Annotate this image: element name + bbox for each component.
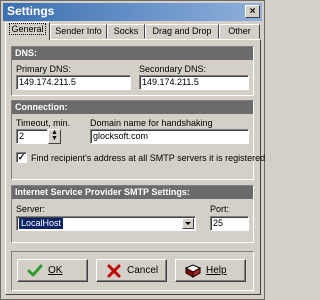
close-icon: × [249,6,256,17]
help-button[interactable]: Help [175,259,246,282]
button-bar: OK Cancel Help [11,251,254,291]
checkmark-icon [27,264,43,277]
find-recipient-label: Find recipient's address at all SMTP ser… [31,153,266,163]
domain-input[interactable]: glocksoft.com [90,129,249,144]
tab-other[interactable]: Other [219,24,260,39]
window-title: Settings [7,4,55,18]
server-selected-value: LocalHost [19,218,64,229]
ok-button[interactable]: OK [17,259,88,282]
port-label: Port: [210,204,230,214]
connection-section-header: Connection: [12,101,253,114]
tab-general[interactable]: General [5,22,50,40]
find-recipient-checkbox[interactable]: ✓ [16,152,27,163]
tab-drag-and-drop-label: Drag and Drop [152,26,212,36]
isp-smtp-section-header: Internet Service Provider SMTP Settings: [12,186,253,199]
x-icon [107,264,121,278]
port-input[interactable]: 25 [210,216,249,231]
timeout-label: Timeout, min. [16,118,71,128]
tab-sender-info-label: Sender Info [55,26,102,36]
tab-strip: General Sender Info Socks Drag and Drop … [5,22,261,40]
general-tab-panel: DNS: Primary DNS: 149.174.211.5 Secondar… [5,39,265,295]
chevron-down-icon[interactable] [182,218,194,229]
primary-dns-label: Primary DNS: [16,64,72,74]
secondary-dns-label: Secondary DNS: [139,64,207,74]
tab-socks-label: Socks [113,26,139,36]
isp-smtp-section: Internet Service Provider SMTP Settings:… [11,185,254,243]
primary-dns-input[interactable]: 149.174.211.5 [16,75,131,90]
cancel-button-label: Cancel [127,265,159,276]
domain-label: Domain name for handshaking [90,118,213,128]
connection-section: Connection: Timeout, min. 2 ▲ ▼ Domain n… [11,100,265,180]
tab-drag-and-drop[interactable]: Drag and Drop [145,24,219,39]
cancel-button[interactable]: Cancel [96,259,167,282]
server-select[interactable]: LocalHost [16,216,196,231]
tab-general-label: General [9,23,46,35]
settings-window: Settings × General Sender Info Socks Dra… [0,0,265,300]
spin-down-icon: ▼ [51,135,58,142]
server-label: Server: [16,204,46,214]
ok-button-label: OK [48,265,63,276]
secondary-dns-input[interactable]: 149.174.211.5 [139,75,249,90]
tab-other-label: Other [228,26,251,36]
help-button-label: Help [206,265,227,276]
dns-section-header: DNS: [12,47,253,60]
title-bar[interactable]: Settings × [3,3,262,21]
dns-section: DNS: Primary DNS: 149.174.211.5 Secondar… [11,46,254,96]
close-button[interactable]: × [245,5,260,18]
timeout-input[interactable]: 2 [16,129,48,144]
checkmark-icon: ✓ [17,152,26,162]
tab-sender-info[interactable]: Sender Info [50,24,107,39]
tab-socks[interactable]: Socks [107,24,145,39]
book-icon [185,264,201,278]
timeout-spinner[interactable]: ▲ ▼ [48,129,61,144]
